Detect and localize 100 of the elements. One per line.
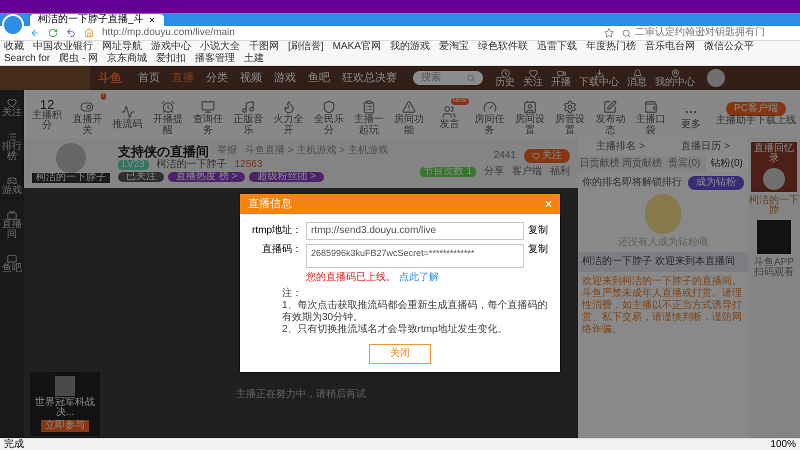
sidebar-item[interactable]: 排行榜 bbox=[1, 132, 23, 162]
toolbar-button[interactable]: 房管设置 bbox=[551, 92, 590, 136]
nav-link[interactable]: 狂欢总决赛 bbox=[342, 70, 397, 86]
user-avatar[interactable] bbox=[707, 69, 725, 87]
rank-tab[interactable]: 周贡献榜 bbox=[620, 156, 663, 172]
note-text: 2、只有切换推流域名才会导致rtmp地址发生变化。 bbox=[282, 324, 509, 336]
rank-tab[interactable]: 贵宾(0) bbox=[663, 156, 706, 172]
refresh-icon[interactable] bbox=[48, 28, 58, 38]
toolbar-button[interactable]: 查询任务 bbox=[188, 92, 228, 136]
toolbar-icon bbox=[80, 100, 94, 114]
bookmark-link[interactable]: 千图网 bbox=[249, 41, 279, 53]
bookmark-link[interactable]: MAKA官网 bbox=[332, 41, 381, 53]
home-icon[interactable] bbox=[84, 28, 94, 38]
bookmark-link[interactable]: 京东商城 bbox=[107, 53, 148, 65]
toolbar-button[interactable]: 火力全开 bbox=[269, 92, 308, 136]
room-action-link[interactable]: 客户端 bbox=[512, 167, 542, 177]
room-tag[interactable]: 直播热度 榜 > bbox=[168, 172, 246, 182]
browser-tab[interactable]: 柯洁的一下脖子直播_斗 bbox=[30, 14, 164, 26]
nav-link[interactable]: 鱼吧 bbox=[308, 70, 330, 86]
nav-link[interactable]: 首页 bbox=[138, 70, 160, 86]
promo-button[interactable]: 立即参与 bbox=[41, 420, 89, 432]
promo-card[interactable]: 世界冠军科战决... 立即参与 bbox=[30, 372, 100, 436]
sidebar-icon bbox=[7, 254, 17, 264]
header-menu-item[interactable]: 我的中心 bbox=[655, 68, 695, 88]
room-tag[interactable]: 已关注 bbox=[118, 172, 164, 182]
toolbar-button[interactable]: 房间设置 bbox=[510, 92, 550, 136]
avatar bbox=[56, 143, 86, 173]
toolbar-button[interactable]: 推流码 bbox=[108, 98, 147, 130]
rank-tab[interactable]: 日贡献榜 bbox=[578, 156, 620, 172]
program-badge: 节目次数 1 bbox=[420, 167, 476, 177]
bookmark-link[interactable]: 爬虫 - 网 bbox=[59, 53, 98, 65]
undo-icon[interactable] bbox=[66, 28, 76, 38]
header-search-field[interactable]: 搜索 bbox=[413, 71, 483, 85]
star-icon[interactable] bbox=[604, 28, 614, 38]
bookmark-link[interactable]: 年度热门榜 bbox=[586, 41, 636, 53]
sidebar-item[interactable]: 关注 bbox=[1, 98, 23, 118]
toolbar-icon bbox=[402, 100, 416, 114]
bookmark-link[interactable]: 音乐电台网 bbox=[644, 41, 695, 53]
join-button[interactable]: 成为钻粉 bbox=[688, 176, 744, 190]
bookmark-link[interactable]: 我的游戏 bbox=[390, 41, 430, 53]
bookmark-link[interactable]: 爱淘宝 bbox=[438, 41, 469, 53]
room-action-link[interactable]: 分享 bbox=[484, 167, 504, 177]
header-menu-item[interactable]: 开播 bbox=[551, 68, 571, 88]
header-menu-item[interactable]: 下载中心 bbox=[579, 68, 619, 88]
toolbar-button[interactable]: 发布动态 bbox=[591, 92, 630, 136]
rank-link[interactable]: 直播日历 > bbox=[681, 142, 730, 152]
copy-button[interactable]: 复制 bbox=[528, 225, 548, 237]
nav-link[interactable]: 视频 bbox=[240, 70, 262, 86]
learn-more-link[interactable]: 点此了解 bbox=[398, 272, 439, 283]
room-tag[interactable]: 超级粉丝团 > bbox=[249, 172, 324, 182]
zoom-level[interactable]: 100% bbox=[770, 440, 796, 450]
bookmark-link[interactable]: 网址导航 bbox=[102, 41, 142, 53]
bookmark-link[interactable]: 游戏中心 bbox=[151, 41, 191, 53]
copy-button[interactable]: 复制 bbox=[528, 244, 548, 256]
rank-tab[interactable]: 钻粉(0) bbox=[706, 156, 748, 172]
bookmark-link[interactable]: 播客管理 bbox=[195, 53, 236, 65]
bookmark-link[interactable]: Search for bbox=[4, 53, 50, 65]
sidebar-item[interactable]: 游戏 bbox=[1, 176, 23, 196]
toolbar-button[interactable]: 更多 bbox=[672, 98, 710, 130]
toolbar-icon bbox=[482, 100, 497, 114]
level-badge: LV23 bbox=[118, 160, 149, 170]
report-link[interactable]: 举报 bbox=[217, 146, 237, 156]
nav-link[interactable]: 分类 bbox=[206, 70, 228, 86]
toolbar-button[interactable]: 正版音乐 bbox=[229, 92, 268, 136]
address-field[interactable]: http://mp.douyu.com/live/main bbox=[102, 28, 596, 38]
room-action-link[interactable]: 福利 bbox=[550, 167, 570, 177]
bookmark-link[interactable]: 绿色软件联 bbox=[478, 41, 528, 53]
bookmark-link[interactable]: [刷信誉] bbox=[288, 41, 324, 53]
bookmark-link[interactable]: 收藏 bbox=[4, 41, 24, 53]
sidebar-item[interactable]: 直播间 bbox=[1, 210, 23, 240]
bookmark-link[interactable]: 爱扣扣 bbox=[156, 53, 186, 65]
browser-search-field[interactable]: 二审认定约翰逊对钥匙拥有门 bbox=[622, 28, 792, 38]
toolbar-button[interactable]: 房间任务 bbox=[470, 92, 509, 136]
toolbar-button[interactable]: 全民乐分 bbox=[310, 92, 348, 136]
ad-poster[interactable]: 直播回忆录 bbox=[751, 142, 797, 192]
bookmark-link[interactable]: 迅雷下载 bbox=[536, 41, 577, 53]
code-field[interactable]: 2685996k3kuFB27wcSecret=************* bbox=[306, 244, 524, 268]
toolbar-button[interactable]: 主播口袋 bbox=[632, 92, 670, 136]
bookmark-link[interactable]: 小说大全 bbox=[200, 41, 240, 53]
toolbar-icon bbox=[563, 100, 578, 114]
header-menu-item[interactable]: 关注 bbox=[523, 68, 543, 88]
follow-button[interactable]: 关注 bbox=[524, 149, 570, 163]
back-icon[interactable] bbox=[30, 28, 40, 38]
pc-client-button[interactable]: PC客户端 bbox=[726, 102, 786, 116]
rank-link[interactable]: 主播排名 > bbox=[596, 142, 645, 152]
sidebar-item[interactable]: 鱼吧 bbox=[1, 254, 23, 274]
toolbar-button[interactable]: 房间功能 bbox=[390, 92, 428, 136]
close-dialog-button[interactable]: 关闭 bbox=[369, 344, 431, 364]
nav-link[interactable]: 游戏 bbox=[274, 70, 296, 86]
rtmp-field[interactable]: rtmp://send3.douyu.com/live bbox=[306, 222, 524, 240]
bookmark-link[interactable]: 微信公众平 bbox=[704, 41, 754, 53]
bookmark-link[interactable]: 中国农业银行 bbox=[33, 41, 93, 53]
header-menu-item[interactable]: 历史 bbox=[495, 68, 515, 88]
close-button[interactable]: × bbox=[544, 198, 552, 210]
toolbar-button[interactable]: 主播一起玩 bbox=[350, 92, 388, 136]
status-text: 完成 bbox=[4, 440, 24, 450]
toolbar-button[interactable]: 开播提醒 bbox=[148, 92, 187, 136]
header-menu-item[interactable]: 消息 bbox=[627, 68, 647, 88]
close-icon[interactable] bbox=[148, 16, 156, 24]
bookmark-link[interactable]: 土建 bbox=[244, 53, 264, 65]
